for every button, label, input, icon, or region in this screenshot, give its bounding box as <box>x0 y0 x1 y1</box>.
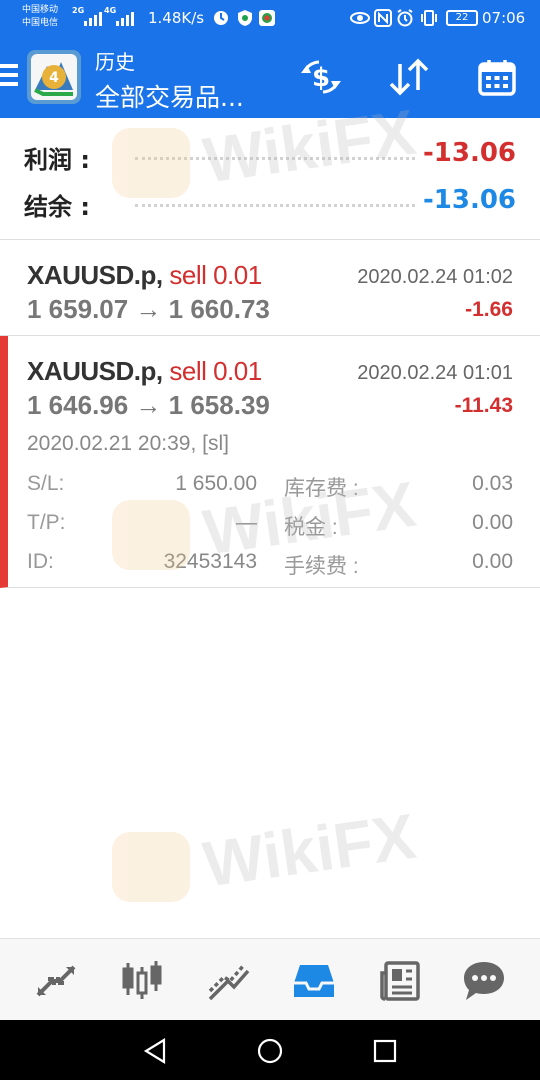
nav-trade[interactable] <box>204 957 252 1005</box>
chat-icon <box>464 962 504 1000</box>
watermark-logo <box>112 832 190 902</box>
recents-icon <box>373 1039 397 1063</box>
chart-icon <box>122 961 162 999</box>
svg-text:4: 4 <box>49 70 59 86</box>
back-button[interactable] <box>140 1036 170 1066</box>
page-title: 历史 <box>95 50 135 74</box>
nav-quotes[interactable] <box>32 957 80 1005</box>
tp-label: T/P: <box>27 511 66 534</box>
deal-time: 2020.02.24 01:01 <box>357 362 513 384</box>
currency-exchange-icon: $ <box>301 60 341 94</box>
deal-prices: 1 659.07 → 1 660.73 <box>27 294 270 324</box>
deal-symbol-line: XAUUSD.p, sell 0.01 <box>27 260 262 291</box>
watermark: WikiFX <box>112 468 442 580</box>
sort-icon <box>389 58 429 96</box>
swap-value: 0.03 <box>472 472 513 495</box>
watermark-text: WikiFX <box>198 799 420 901</box>
period-button[interactable] <box>474 54 520 100</box>
nfc-icon <box>374 9 392 27</box>
deal-row[interactable]: XAUUSD.p, sell 0.01 2020.02.24 01:02 1 6… <box>0 240 540 336</box>
recents-button[interactable] <box>370 1036 400 1066</box>
watermark-logo <box>112 128 190 198</box>
alarm-icon <box>397 9 413 27</box>
nav-chart[interactable] <box>118 957 166 1005</box>
deal-profit: -1.66 <box>465 298 513 321</box>
calendar-icon <box>478 60 516 96</box>
nav-news[interactable] <box>376 957 424 1005</box>
symbol-filter[interactable]: 全部交易品... <box>95 78 244 114</box>
battery-icon: 22 <box>446 10 478 26</box>
signal-icon <box>84 10 102 26</box>
bottom-navigation <box>0 938 540 1020</box>
nav-history[interactable] <box>290 957 338 1005</box>
network-type-2: 4G <box>104 6 117 15</box>
deposit-withdraw-button[interactable]: $ <box>298 54 344 100</box>
eye-comfort-icon <box>350 12 370 24</box>
shield-icon <box>238 10 252 26</box>
system-navigation-bar <box>0 1020 540 1080</box>
app-toolbar: 4 历史 全部交易品... $ <box>0 36 540 118</box>
profit-label: 利润 : <box>24 146 90 174</box>
app-notification-icon <box>259 10 275 26</box>
signal-icon <box>116 10 134 26</box>
balance-label: 结余 : <box>24 193 90 221</box>
tax-value: 0.00 <box>472 511 513 534</box>
trade-icon <box>208 963 250 1001</box>
alarm-app-icon <box>214 11 228 25</box>
id-label: ID: <box>27 550 54 573</box>
fee-value: 0.00 <box>472 550 513 573</box>
deal-profit: -11.43 <box>454 394 513 417</box>
deal-open-info: 2020.02.21 20:39, [sl] <box>27 432 229 455</box>
network-type-1: 2G <box>72 6 85 15</box>
menu-icon[interactable] <box>0 64 18 86</box>
deal-prices: 1 646.96 → 1 658.39 <box>27 390 270 420</box>
deal-time: 2020.02.24 01:02 <box>357 266 513 288</box>
deal-symbol: XAUUSD.p, <box>27 356 163 386</box>
clock: 07:06 <box>482 9 526 27</box>
quotes-icon <box>36 965 76 997</box>
sort-button[interactable] <box>386 54 432 100</box>
deal-side: sell 0.01 <box>169 260 262 290</box>
news-icon <box>380 961 420 1001</box>
vibrate-icon <box>421 10 437 26</box>
battery-level: 22 <box>455 12 469 23</box>
carrier-1: 中国移动 <box>22 5 59 15</box>
deal-symbol-line: XAUUSD.p, sell 0.01 <box>27 356 262 387</box>
metatrader-logo[interactable]: 4 <box>27 50 81 104</box>
deal-symbol: XAUUSD.p, <box>27 260 163 290</box>
home-icon <box>257 1038 283 1064</box>
carrier-2: 中国电信 <box>22 18 59 28</box>
sl-label: S/L: <box>27 472 65 495</box>
svg-text:$: $ <box>312 63 330 93</box>
status-bar: 中国移动 中国电信 2G 4G 1.48K/s 22 07:06 <box>0 0 540 36</box>
carrier-info: 中国移动 中国电信 <box>22 4 58 30</box>
watermark-logo <box>112 500 190 570</box>
watermark: WikiFX <box>112 800 442 912</box>
network-speed: 1.48K/s <box>148 9 205 27</box>
history-icon <box>294 965 334 997</box>
home-button[interactable] <box>255 1036 285 1066</box>
back-icon <box>143 1038 166 1064</box>
watermark: WikiFX <box>112 96 442 208</box>
deal-side: sell 0.01 <box>169 356 262 386</box>
nav-chat[interactable] <box>460 957 508 1005</box>
